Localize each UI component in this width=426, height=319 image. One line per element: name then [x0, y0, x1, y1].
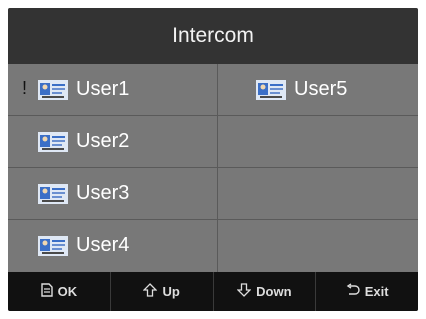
exit-softkey[interactable]: Exit	[315, 272, 418, 311]
user-label: User1	[76, 78, 130, 100]
empty-slot	[218, 168, 418, 219]
ok-softkey[interactable]: OK	[8, 272, 110, 311]
user-card-icon	[256, 79, 286, 100]
down-softkey[interactable]: Down	[212, 272, 316, 311]
user-label: User3	[76, 182, 130, 204]
arrow-down-icon	[236, 283, 252, 300]
document-icon	[40, 283, 53, 300]
softkey-bar: OK Up Down Exit	[8, 272, 418, 311]
arrow-up-icon	[142, 283, 159, 300]
empty-slot	[218, 116, 418, 167]
up-label: Up	[162, 284, 180, 299]
user-list: ! User1 User2 User3 User4 User5	[8, 64, 418, 272]
user-card-icon	[38, 235, 68, 256]
user-item-3[interactable]: User3	[8, 168, 217, 219]
user-label: User2	[76, 130, 130, 152]
screen-title: Intercom	[8, 8, 418, 64]
user-label: User5	[294, 78, 348, 100]
user-card-icon	[38, 131, 68, 152]
user-item-1[interactable]: ! User1	[8, 64, 217, 115]
user-item-2[interactable]: User2	[8, 116, 217, 167]
user-label: User4	[76, 234, 130, 256]
exit-label: Exit	[364, 284, 389, 299]
down-label: Down	[256, 284, 292, 299]
up-softkey[interactable]: Up	[109, 272, 213, 311]
user-item-4[interactable]: User4	[8, 220, 217, 271]
selection-marker: !	[22, 78, 28, 98]
user-card-icon	[38, 183, 68, 204]
user-item-5[interactable]: User5	[218, 64, 418, 115]
ok-label: OK	[57, 284, 78, 299]
empty-slot	[218, 220, 418, 271]
back-arrow-icon	[346, 283, 360, 300]
intercom-screen: Intercom ! User1 User2 User3 User4 User5…	[8, 8, 418, 311]
user-card-icon	[38, 79, 68, 100]
title-text: Intercom	[172, 24, 254, 47]
